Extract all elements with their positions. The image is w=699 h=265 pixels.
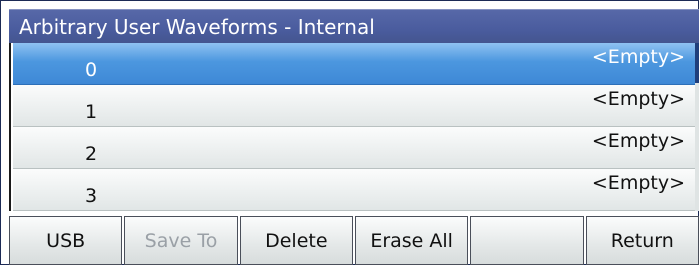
list-scrollbar[interactable] [695, 43, 699, 211]
scrollbar-thumb[interactable] [695, 43, 699, 83]
slot-index: 2 [85, 143, 98, 165]
slot-index: 3 [85, 185, 98, 207]
delete-button[interactable]: Delete [239, 216, 353, 265]
dialog-title: Arbitrary User Waveforms - Internal [9, 9, 699, 43]
slot-status: <Empty> [591, 172, 685, 194]
list-item-1[interactable]: 1 <Empty> [13, 85, 697, 127]
list-item-3[interactable]: 3 <Empty> [13, 169, 697, 211]
save-to-button: Save To [124, 216, 238, 265]
blank-softkey[interactable] [470, 216, 584, 265]
list-item-2[interactable]: 2 <Empty> [13, 127, 697, 169]
slot-index: 0 [85, 59, 98, 81]
softkey-bar: USB Save To Delete Erase All Return [9, 216, 699, 265]
slot-status: <Empty> [591, 88, 685, 110]
waveform-list: 0 <Empty> 1 <Empty> 2 <Empty> 3 <Empty> [9, 43, 699, 211]
slot-status: <Empty> [591, 46, 685, 68]
slot-index: 1 [85, 101, 98, 123]
return-button[interactable]: Return [585, 216, 699, 265]
slot-status: <Empty> [591, 130, 685, 152]
waveform-dialog: Arbitrary User Waveforms - Internal 0 <E… [0, 0, 699, 265]
usb-button[interactable]: USB [9, 216, 123, 265]
list-item-0[interactable]: 0 <Empty> [13, 43, 697, 85]
erase-all-button[interactable]: Erase All [354, 216, 469, 265]
